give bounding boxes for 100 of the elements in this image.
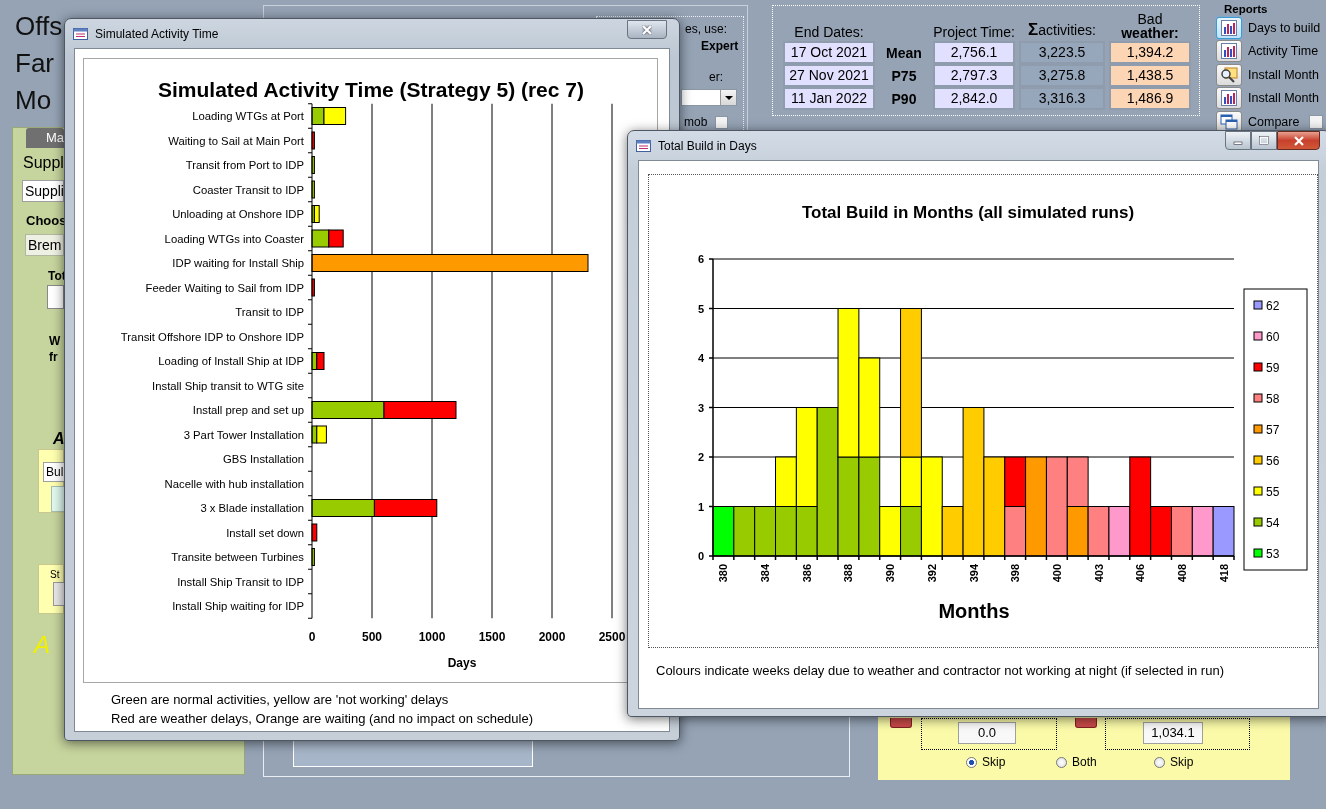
report-label: Install Month (1248, 91, 1319, 106)
column-header: Bad (1136, 12, 1164, 26)
app-title-line: Mo (15, 84, 53, 117)
field-label: er: (709, 70, 723, 84)
category-label: 3 x Blade installation (200, 502, 304, 514)
activities-field: 3,275.8 (1021, 66, 1103, 85)
window-title: Total Build in Days (658, 138, 757, 153)
axis-tick-label: 1 (697, 500, 704, 513)
mode-label: Expert (701, 39, 739, 53)
row-label: P75 (890, 67, 918, 84)
project-time-field: 2,842.0 (935, 89, 1013, 108)
legend-label: 53 (1266, 546, 1280, 561)
category-label: Loading of Install Ship at IDP (158, 355, 304, 367)
row-label: P90 (890, 90, 918, 107)
category-label: GBS Installation (223, 453, 304, 465)
options-hint: es, use: (685, 22, 728, 36)
category-label: IDP waiting for Install Ship (172, 257, 304, 269)
end-date-field: 27 Nov 2021 (785, 66, 873, 85)
category-label: Install Ship waiting for IDP (172, 600, 304, 612)
legend-label: 56 (1266, 453, 1280, 468)
section-heading: A (53, 430, 65, 448)
activities-field: 3,316.3 (1021, 89, 1103, 108)
axis-tick-label: 386 (800, 564, 813, 583)
radio-label: Skip (1170, 755, 1194, 769)
category-label: Transit Offshore IDP to Onshore IDP (120, 330, 304, 343)
report-label: Compare (1248, 114, 1300, 129)
column-header: Project Time: (932, 24, 1016, 40)
legend-label: 55 (1266, 484, 1280, 499)
axis-tick-label: 403 (1092, 564, 1105, 583)
axis-tick-label: 2 (697, 451, 704, 463)
axis-tick-label: 408 (1175, 564, 1188, 583)
chart-note: Green are normal activities, yellow are 'not working' delays (111, 691, 450, 709)
report-label: Days to build (1248, 20, 1321, 35)
report-label: Activity Time (1248, 44, 1319, 59)
axis-tick-label: 388 (842, 564, 855, 583)
category-label: Waiting to Sail at Main Port (168, 134, 304, 147)
axis-tick-label: 380 (717, 564, 730, 583)
axis-tick-label: 1500 (478, 630, 506, 644)
category-label: Transit from Port to IDP (185, 159, 304, 171)
axis-tick-label: 5 (697, 302, 704, 315)
radio-label: Both (1072, 755, 1097, 769)
axis-tick-label: 384 (759, 564, 772, 583)
category-label: Coaster Transit to IDP (192, 183, 304, 196)
reports-heading: Reports (1224, 3, 1269, 15)
axis-tick-label: 398 (1009, 564, 1022, 583)
axis-tick-label: 394 (967, 564, 980, 583)
category-label: Feeder Waiting to Sail from IDP (145, 281, 304, 294)
category-label: Unloading at Onshore IDP (172, 208, 304, 220)
category-label: Loading WTGs at Port (192, 110, 304, 122)
end-date-field: 11 Jan 2022 (785, 89, 873, 108)
category-label: Nacelle with hub installation (164, 477, 304, 490)
chart-note: Colours indicate weeks delay due to weather and contractor not working at night (if selected in run) (655, 662, 1225, 678)
category-label: Loading WTGs into Coaster (164, 232, 304, 245)
app-title-line: Offs (15, 10, 63, 43)
checkbox-label: mob (684, 116, 708, 129)
axis-tick-label: 500 (362, 630, 382, 644)
axis-tick-label: 3 (697, 401, 704, 414)
axis-tick-label: 0 (308, 630, 316, 644)
chart-title: Simulated Activity Time (Strategy 5) (rec 7) (158, 78, 584, 101)
axis-tick-label: 418 (1217, 564, 1230, 583)
field-label: W (49, 334, 61, 348)
chart-note: Red are weather delays, Orange are waiting (and no impact on schedule) (111, 710, 535, 728)
legend-label: 59 (1266, 360, 1280, 375)
row-label: Mean (885, 44, 923, 61)
axis-tick-label: 2500 (598, 630, 626, 644)
bad-weather-field: 1,394.2 (1111, 43, 1189, 62)
category-label: Transite between Turbines (171, 551, 304, 563)
column-header: Σactivities: (1027, 20, 1097, 40)
box-label: St (50, 569, 60, 580)
column-header: weather: (1120, 26, 1180, 40)
form-note: A (34, 631, 50, 659)
legend-label: 54 (1266, 515, 1280, 530)
end-date-field: 17 Oct 2021 (785, 43, 873, 62)
legend-label: 58 (1266, 391, 1280, 406)
axis-title: Days (447, 656, 477, 670)
axis-title: Months (938, 600, 1010, 622)
axis-tick-label: 400 (1050, 564, 1063, 583)
axis-tick-label: 406 (1134, 564, 1147, 583)
bad-weather-field: 1,438.5 (1111, 66, 1189, 85)
category-label: Transit to IDP (235, 306, 304, 318)
project-time-field: 2,797.3 (935, 66, 1013, 85)
value-field: 1,034.1 (1143, 722, 1203, 744)
field-label: Suppl (23, 154, 64, 172)
axis-tick-label: 392 (925, 564, 938, 583)
category-label: Install prep and set up (192, 404, 304, 416)
axis-tick-label: 6 (697, 253, 704, 265)
bad-weather-field: 1,486.9 (1111, 89, 1189, 108)
category-label: Install Ship transit to WTG site (152, 379, 304, 392)
field-label: fr (49, 350, 58, 364)
activities-field: 3,223.5 (1021, 43, 1103, 62)
app-title-line: Far (15, 47, 55, 80)
value-field: 0.0 (958, 722, 1016, 744)
legend-label: 57 (1266, 422, 1280, 437)
category-label: Install Ship Transit to IDP (177, 575, 304, 588)
legend-label: 60 (1266, 329, 1280, 344)
category-label: 3 Part Tower Installation (183, 428, 304, 441)
axis-tick-label: 0 (697, 550, 704, 562)
axis-tick-label: 2000 (538, 630, 566, 644)
column-header: End Dates: (793, 24, 865, 40)
axis-tick-label: 4 (697, 352, 704, 364)
